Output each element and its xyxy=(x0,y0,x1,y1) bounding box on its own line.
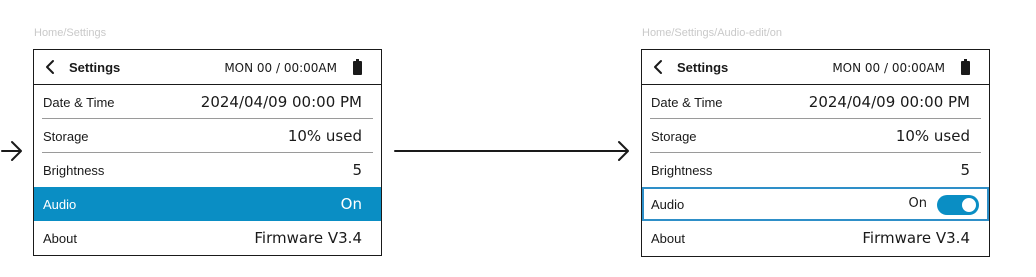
row-value: 2024/04/09 00:00 PM xyxy=(808,93,970,111)
toggle-knob xyxy=(961,197,977,213)
row-label: Date & Time xyxy=(651,95,723,110)
breadcrumb-left: Home/Settings xyxy=(34,27,107,39)
row-label: Audio xyxy=(43,197,77,212)
row-value: 2024/04/09 00:00 PM xyxy=(200,93,362,111)
row-label: Storage xyxy=(651,129,697,144)
clock-readout: MON 00 / 00:00AM xyxy=(832,61,945,75)
battery-icon xyxy=(961,59,970,75)
clock-readout: MON 00 / 00:00AM xyxy=(224,61,337,75)
page-title: Settings xyxy=(69,60,121,75)
row-value: 10% used xyxy=(287,127,362,145)
settings-row-audio-editing[interactable]: Audio On xyxy=(642,187,989,221)
row-value: 5 xyxy=(352,161,362,179)
row-label: About xyxy=(43,231,77,246)
row-value: 5 xyxy=(960,161,970,179)
settings-row-audio[interactable]: Audio On xyxy=(34,187,381,221)
row-value: On xyxy=(908,196,927,211)
battery-icon xyxy=(353,59,362,75)
settings-row-brightness[interactable]: Brightness 5 xyxy=(34,153,381,187)
row-value: Firmware V3.4 xyxy=(254,229,362,247)
row-label: About xyxy=(651,231,685,246)
row-value: On xyxy=(340,195,362,213)
page-title: Settings xyxy=(677,60,729,75)
settings-row-about[interactable]: About Firmware V3.4 xyxy=(34,221,381,255)
settings-row-storage[interactable]: Storage 10% used xyxy=(642,119,989,153)
row-label: Storage xyxy=(43,129,89,144)
screen-header: Settings MON 00 / 00:00AM xyxy=(642,50,989,85)
row-label: Brightness xyxy=(43,163,105,178)
row-value: Firmware V3.4 xyxy=(862,229,970,247)
settings-row-about[interactable]: About Firmware V3.4 xyxy=(642,221,989,255)
settings-row-storage[interactable]: Storage 10% used xyxy=(34,119,381,153)
row-label: Audio xyxy=(651,197,685,212)
chevron-left-icon[interactable] xyxy=(43,59,57,75)
row-label: Brightness xyxy=(651,163,713,178)
settings-row-date-time[interactable]: Date & Time 2024/04/09 00:00 PM xyxy=(34,85,381,119)
row-value: 10% used xyxy=(895,127,970,145)
breadcrumb-right: Home/Settings/Audio-edit/on xyxy=(642,27,783,39)
transition-arrow-icon xyxy=(394,141,629,161)
screen-header: Settings MON 00 / 00:00AM xyxy=(34,50,381,85)
settings-row-brightness[interactable]: Brightness 5 xyxy=(642,153,989,187)
row-label: Date & Time xyxy=(43,95,115,110)
entry-arrow-icon xyxy=(1,141,22,161)
settings-row-date-time[interactable]: Date & Time 2024/04/09 00:00 PM xyxy=(642,85,989,119)
settings-screen-right: Settings MON 00 / 00:00AM Date & Time 20… xyxy=(641,49,990,257)
audio-toggle-switch[interactable] xyxy=(937,195,979,215)
chevron-left-icon[interactable] xyxy=(651,59,665,75)
settings-screen-left: Settings MON 00 / 00:00AM Date & Time 20… xyxy=(33,49,382,256)
